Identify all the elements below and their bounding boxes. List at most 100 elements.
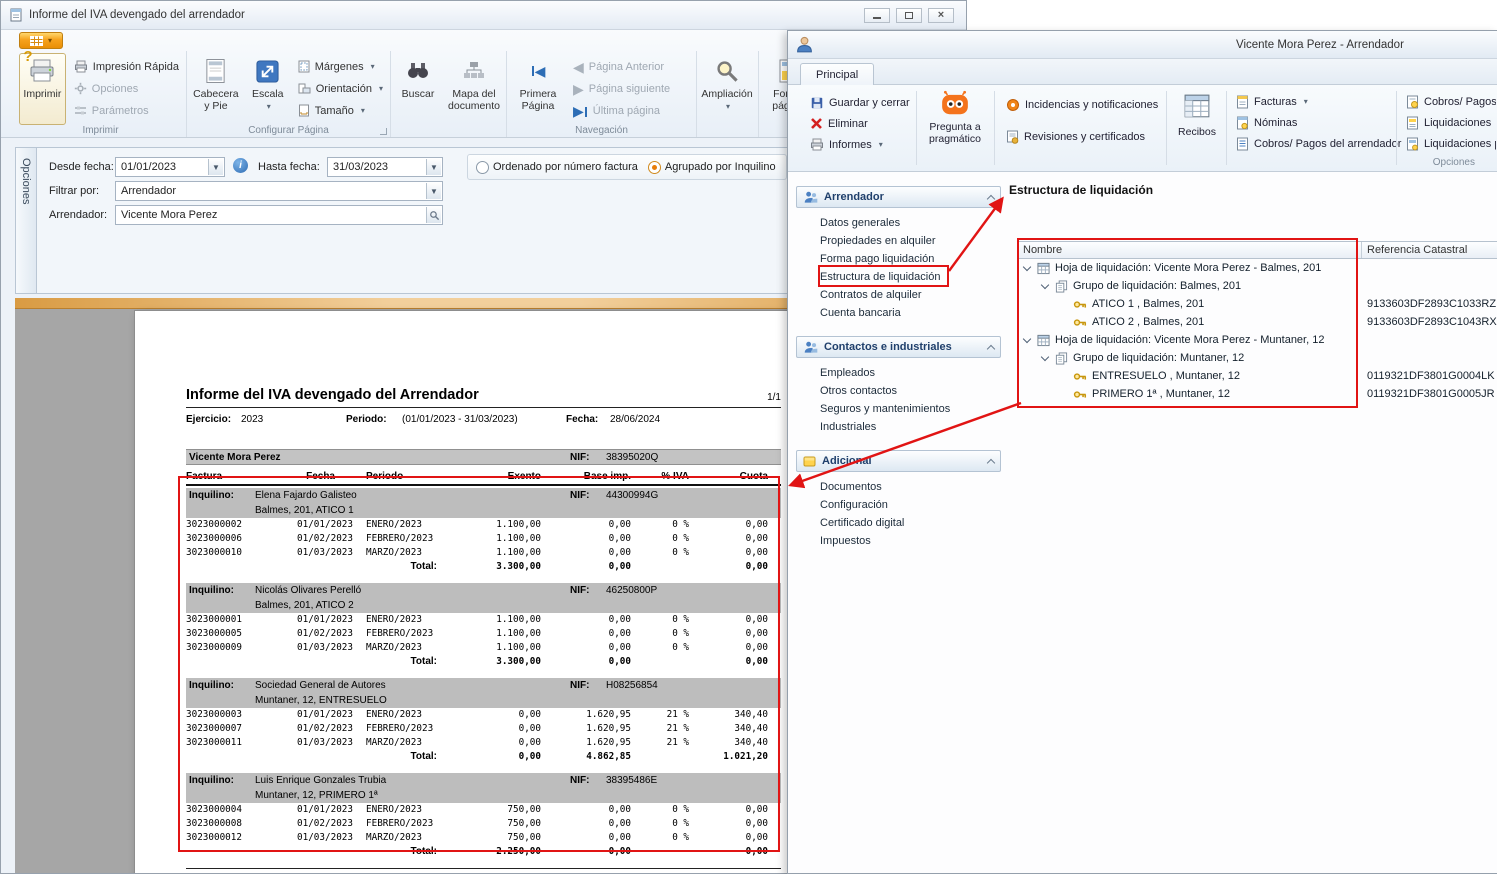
tree-row[interactable]: ATICO 2 , Balmes, 2019133603DF2893C1043R… bbox=[1018, 313, 1497, 331]
cobros-pagos-button[interactable]: Cobros/ Pagos d bbox=[1402, 92, 1496, 111]
close-button[interactable]: × bbox=[928, 8, 954, 23]
title-bar[interactable]: Informe del IVA devengado del arrendador… bbox=[1, 1, 966, 30]
collapse-icon[interactable] bbox=[987, 344, 995, 352]
invoice-row: 302300000101/01/2023ENERO/20231.100,000,… bbox=[186, 613, 781, 627]
tab-principal[interactable]: Principal bbox=[800, 63, 874, 86]
total-cell: Total: bbox=[353, 750, 471, 764]
impresion-rapida-button[interactable]: Impresión Rápida bbox=[71, 58, 182, 75]
window-title: Informe del IVA devengado del arrendador bbox=[29, 9, 245, 21]
opciones-button[interactable]: Opciones bbox=[71, 80, 182, 97]
tree-row[interactable]: ENTRESUELO , Muntaner, 120119321DF3801G0… bbox=[1018, 367, 1497, 385]
sidebar-item[interactable]: Datos generales bbox=[796, 214, 1001, 232]
tenant-nif: 44300994G bbox=[606, 488, 658, 503]
sidebar-section-header-1[interactable]: Arrendador bbox=[796, 186, 1001, 208]
orientacion-button[interactable]: Orientación▾ bbox=[295, 80, 386, 97]
revisiones-button[interactable]: Revisiones y certificados bbox=[1002, 127, 1149, 146]
liquidaciones-button[interactable]: Liquidaciones bbox=[1402, 113, 1496, 132]
grid-col-referencia[interactable]: Referencia Catastral bbox=[1362, 242, 1497, 258]
invoice-cell: MARZO/2023 bbox=[353, 831, 471, 845]
radio-selected-icon[interactable] bbox=[648, 161, 661, 174]
facturas-button[interactable]: Facturas ▾ bbox=[1232, 92, 1405, 111]
radio-ordenado-option[interactable]: Ordenado por número factura bbox=[476, 161, 638, 174]
guardar-cerrar-button[interactable]: Guardar y cerrar bbox=[806, 93, 914, 112]
margenes-button[interactable]: Márgenes▾ bbox=[295, 58, 386, 75]
sidebar-item[interactable]: Otros contactos bbox=[796, 382, 1001, 400]
tree-expander-icon[interactable] bbox=[1023, 262, 1031, 270]
sidebar-item[interactable]: Industriales bbox=[796, 418, 1001, 436]
ultima-pagina-button[interactable]: ▶ Última página bbox=[570, 102, 673, 119]
sidebar-item[interactable]: Estructura de liquidación bbox=[796, 268, 1001, 286]
sidebar-item[interactable]: Forma pago liquidación bbox=[796, 250, 1001, 268]
tree-row[interactable]: Grupo de liquidación: Muntaner, 12 bbox=[1018, 349, 1497, 367]
parametros-label: Parámetros bbox=[92, 105, 149, 117]
pagina-anterior-button[interactable]: ◀ Página Anterior bbox=[570, 58, 673, 75]
chevron-down-icon[interactable]: ▼ bbox=[208, 159, 223, 175]
gear-icon bbox=[74, 82, 87, 95]
incidencias-button[interactable]: Incidencias y notificaciones bbox=[1002, 95, 1162, 114]
filtrar-por-select[interactable]: Arrendador ▼ bbox=[115, 181, 443, 201]
parametros-button[interactable]: Parámetros bbox=[71, 102, 182, 119]
pregunta-pragmatico-button[interactable]: Pregunta a pragmático bbox=[922, 90, 988, 145]
tree-row[interactable]: ATICO 1 , Balmes, 2019133603DF2893C1033R… bbox=[1018, 295, 1497, 313]
sidebar-item[interactable]: Documentos bbox=[796, 478, 1001, 496]
radio-unselected-icon[interactable] bbox=[476, 161, 489, 174]
hasta-fecha-input[interactable]: 31/03/2023 ▼ bbox=[327, 157, 443, 177]
sidebar-item[interactable]: Impuestos bbox=[796, 532, 1001, 550]
lookup-magnifier-icon[interactable] bbox=[426, 207, 441, 223]
sidebar-item[interactable]: Contratos de alquiler bbox=[796, 286, 1001, 304]
arrendador-lookup-input[interactable]: Vicente Mora Perez bbox=[115, 205, 443, 225]
maximize-button[interactable] bbox=[896, 8, 922, 23]
tree-row[interactable]: Hoja de liquidación: Vicente Mora Perez … bbox=[1018, 259, 1497, 277]
buscar-button[interactable]: Buscar bbox=[395, 53, 441, 125]
options-panel-tab[interactable]: Opciones bbox=[15, 147, 36, 294]
key-icon bbox=[1073, 316, 1087, 329]
app-menu-button[interactable]: ▾ bbox=[19, 32, 63, 49]
info-icon[interactable] bbox=[233, 158, 248, 173]
sidebar-section-header-3[interactable]: Adicional bbox=[796, 450, 1001, 472]
tree-expander-icon[interactable] bbox=[1041, 280, 1049, 288]
screen: Informe del IVA devengado del arrendador… bbox=[0, 0, 1497, 874]
collapse-icon[interactable] bbox=[987, 458, 995, 466]
delete-x-icon bbox=[810, 117, 823, 130]
sidebar-item[interactable]: Cuenta bancaria bbox=[796, 304, 1001, 322]
collapse-icon[interactable] bbox=[987, 194, 995, 202]
eliminar-button[interactable]: Eliminar bbox=[806, 114, 914, 133]
cabecera-pie-button[interactable]: Cabecera y Pie bbox=[191, 53, 241, 125]
grid-col-nombre[interactable]: Nombre bbox=[1018, 242, 1362, 258]
recibos-button[interactable]: Recibos bbox=[1172, 92, 1222, 138]
informes-button[interactable]: Informes ▾ bbox=[806, 135, 914, 154]
sidebar-section-header-2[interactable]: Contactos e industriales bbox=[796, 336, 1001, 358]
chevron-down-icon[interactable]: ▼ bbox=[426, 183, 441, 199]
tree-expander-icon[interactable] bbox=[1023, 334, 1031, 342]
title-bar[interactable]: Vicente Mora Perez - Arrendador bbox=[788, 31, 1497, 59]
invoice-cell: 1.100,00 bbox=[471, 641, 541, 655]
minimize-button[interactable] bbox=[864, 8, 890, 23]
nominas-button[interactable]: Nóminas bbox=[1232, 113, 1405, 132]
invoice-cell: 1.620,95 bbox=[541, 722, 631, 736]
tamano-button[interactable]: Tamaño▾ bbox=[295, 102, 386, 119]
ampliacion-button[interactable]: Ampliación ▾ bbox=[701, 53, 753, 125]
separator bbox=[1166, 91, 1167, 165]
sidebar-item[interactable]: Certificado digital bbox=[796, 514, 1001, 532]
desde-fecha-input[interactable]: 01/01/2023 ▼ bbox=[115, 157, 225, 177]
dialog-launcher-icon[interactable] bbox=[380, 128, 387, 135]
mapa-documento-button[interactable]: Mapa del documento bbox=[446, 53, 502, 125]
tree-row[interactable]: Hoja de liquidación: Vicente Mora Perez … bbox=[1018, 331, 1497, 349]
sidebar-item[interactable]: Seguros y mantenimientos bbox=[796, 400, 1001, 418]
cobros-pagos-arrendador-button[interactable]: Cobros/ Pagos del arrendador bbox=[1232, 134, 1405, 153]
sidebar-item[interactable]: Propiedades en alquiler bbox=[796, 232, 1001, 250]
primera-pagina-button[interactable]: ◀ Primera Página bbox=[511, 53, 565, 125]
chevron-down-icon[interactable]: ▼ bbox=[426, 159, 441, 175]
total-cell bbox=[186, 655, 281, 669]
tree-row[interactable]: PRIMERO 1ª , Muntaner, 120119321DF3801G0… bbox=[1018, 385, 1497, 403]
escala-button[interactable]: Escala ▾ bbox=[246, 53, 290, 125]
invoice-cell: 21 % bbox=[631, 722, 689, 736]
sidebar-item[interactable]: Empleados bbox=[796, 364, 1001, 382]
tree-row[interactable]: Grupo de liquidación: Balmes, 201 bbox=[1018, 277, 1497, 295]
pagina-siguiente-button[interactable]: ▶ Página siguiente bbox=[570, 80, 673, 97]
tree-expander-icon[interactable] bbox=[1041, 352, 1049, 360]
liquidaciones-para-button[interactable]: Liquidaciones pa bbox=[1402, 134, 1496, 153]
imprimir-button[interactable]: ? Imprimir bbox=[19, 53, 66, 125]
radio-agrupado-option[interactable]: Agrupado por Inquilino bbox=[648, 161, 776, 174]
sidebar-item[interactable]: Configuración bbox=[796, 496, 1001, 514]
